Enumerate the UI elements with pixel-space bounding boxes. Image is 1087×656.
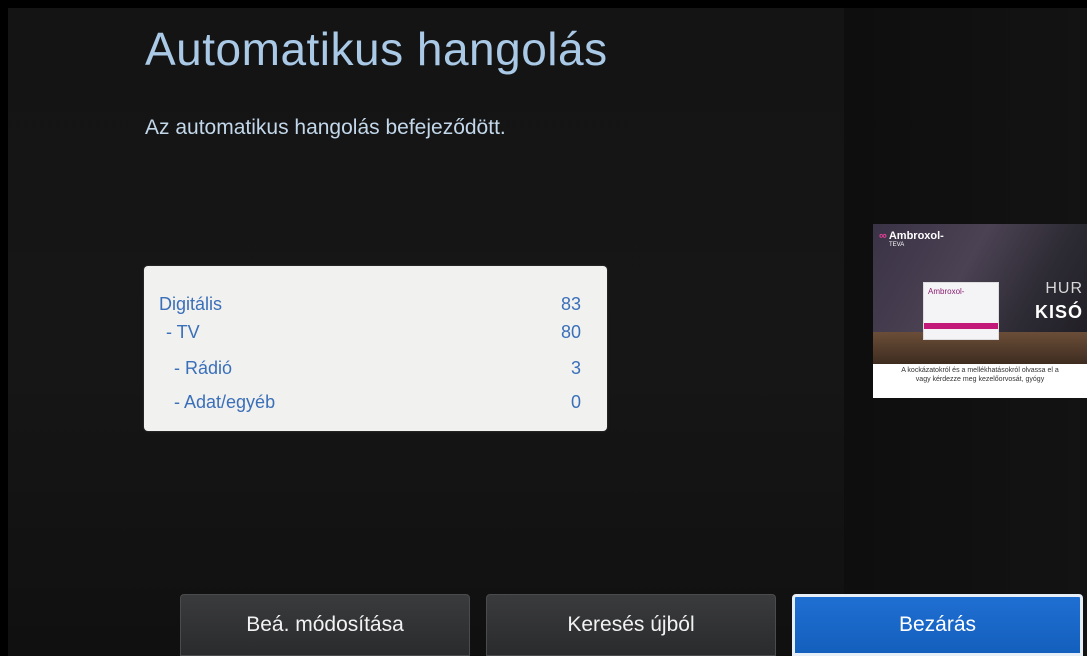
close-button[interactable]: Bezárás: [792, 594, 1083, 656]
change-settings-button[interactable]: Beá. módosítása: [180, 594, 470, 656]
result-row-radio: - Rádió 3: [144, 358, 607, 384]
result-label: - Rádió: [174, 358, 233, 378]
tv-screen: Automatikus hangolás Az automatikus hang…: [0, 0, 1087, 656]
result-value: 0: [570, 392, 581, 412]
tv-preview-window: Ambroxol- ∞ Ambroxol- TEVA HUR KISÓ A koc…: [873, 224, 1087, 398]
result-row-digital: Digitális 83: [144, 294, 607, 320]
channel-results-panel: Digitális 83 - TV 80 - Rádió 3 - Adat/eg…: [144, 266, 607, 431]
search-again-button[interactable]: Keresés újból: [486, 594, 776, 656]
result-value: 3: [570, 358, 581, 378]
result-row-tv: - TV 80: [144, 322, 607, 348]
result-value: 83: [560, 294, 581, 314]
product-box-image: Ambroxol-: [923, 282, 999, 340]
ad-logo: ∞ Ambroxol- TEVA: [879, 230, 944, 248]
logo-icon: ∞: [879, 230, 887, 242]
product-box-label: Ambroxol-: [928, 287, 965, 296]
ad-brand-sub: TEVA: [889, 242, 905, 248]
ad-caption-line: A kockázatokról és a mellékhatásokról ol…: [901, 367, 1059, 374]
page-title: Automatikus hangolás: [145, 23, 608, 75]
status-message: Az automatikus hangolás befejeződött.: [145, 116, 506, 139]
ad-brand: Ambroxol-: [888, 230, 944, 242]
result-label: - Adat/egyéb: [174, 392, 276, 412]
result-row-data: - Adat/egyéb 0: [144, 392, 607, 418]
ad-caption-line: vagy kérdezze meg kezelőorvosát, gyógy: [915, 376, 1045, 383]
result-value: 80: [560, 322, 581, 342]
result-label: - TV: [166, 322, 200, 342]
ad-headline-1: HUR: [1045, 280, 1083, 297]
ad-caption: A kockázatokról és a mellékhatásokról ol…: [875, 366, 1085, 384]
result-label: Digitális: [159, 294, 223, 314]
ad-headline-2: KISÓ: [1034, 302, 1083, 322]
product-box-stripe: [924, 323, 998, 329]
